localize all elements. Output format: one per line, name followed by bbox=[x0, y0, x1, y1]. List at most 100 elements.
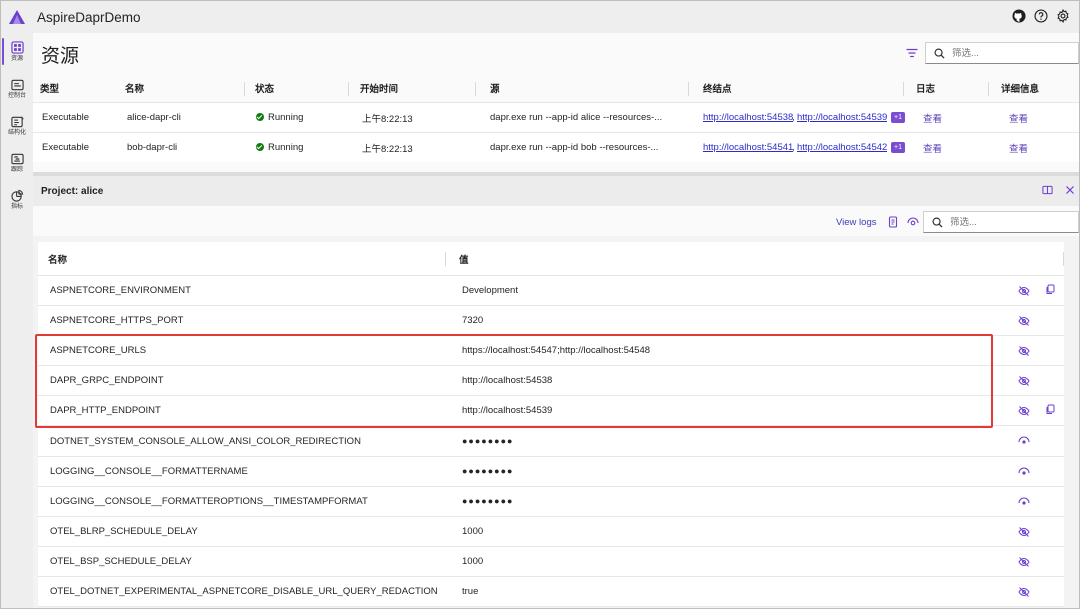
view-details-link[interactable]: 查看 bbox=[1009, 141, 1028, 155]
table-row[interactable]: OTEL_DOTNET_EXPERIMENTAL_ASPNETCORE_DISA… bbox=[38, 577, 1064, 608]
env-var-value: 1000 bbox=[462, 525, 484, 537]
hide-value-icon[interactable] bbox=[1018, 526, 1030, 538]
hide-value-icon[interactable] bbox=[1018, 285, 1030, 297]
resource-type: Executable bbox=[42, 112, 90, 123]
view-logs-button[interactable]: View logs bbox=[836, 217, 877, 228]
table-row[interactable]: ASPNETCORE_ENVIRONMENT Development bbox=[38, 276, 1064, 307]
column-header-state[interactable]: 状态 bbox=[255, 81, 274, 95]
visibility-toggle-icon[interactable] bbox=[907, 216, 919, 228]
env-var-value: true bbox=[462, 585, 479, 597]
sidebar-item-label: 结构化 bbox=[7, 129, 26, 136]
view-details-link[interactable]: 查看 bbox=[1009, 111, 1028, 125]
endpoint-link[interactable]: http://localhost:54539 bbox=[797, 112, 887, 123]
table-row[interactable]: Executable bob-dapr-cli Running 上午8:22:1… bbox=[33, 132, 1079, 162]
column-divider[interactable] bbox=[688, 82, 689, 96]
show-value-icon[interactable] bbox=[1018, 496, 1030, 508]
sidebar-item-structured[interactable]: 结构化 bbox=[1, 107, 33, 144]
column-divider[interactable] bbox=[1063, 252, 1064, 266]
close-icon[interactable] bbox=[1065, 185, 1075, 195]
table-row[interactable]: DAPR_HTTP_ENDPOINT http://localhost:54539 bbox=[38, 396, 1064, 427]
env-var-name: ASPNETCORE_HTTPS_PORT bbox=[50, 315, 184, 327]
column-header-endpoints[interactable]: 终结点 bbox=[703, 81, 732, 95]
sidebar-item-metrics[interactable]: 指标 bbox=[1, 181, 33, 218]
endpoint-separator: , bbox=[792, 112, 795, 123]
table-row[interactable]: OTEL_BLRP_SCHEDULE_DELAY 1000 bbox=[38, 517, 1064, 547]
sidebar-item-label: 跟踪 bbox=[10, 166, 23, 173]
more-endpoints-badge[interactable]: +1 bbox=[891, 112, 905, 123]
show-value-icon[interactable] bbox=[1018, 466, 1030, 478]
resource-start-time: 上午8:22:13 bbox=[362, 143, 413, 155]
env-var-name: DAPR_GRPC_ENDPOINT bbox=[50, 375, 164, 387]
more-endpoints-badge[interactable]: +1 bbox=[891, 142, 905, 153]
app-title[interactable]: AspireDaprDemo bbox=[37, 10, 141, 25]
filter-icon[interactable] bbox=[905, 46, 919, 60]
details-search-input[interactable] bbox=[950, 216, 1050, 228]
column-divider[interactable] bbox=[445, 252, 446, 266]
env-var-value: http://localhost:54539 bbox=[462, 405, 553, 417]
env-var-value: http://localhost:54538 bbox=[462, 375, 553, 387]
env-var-name: DOTNET_SYSTEM_CONSOLE_ALLOW_ANSI_COLOR_R… bbox=[50, 435, 361, 447]
github-icon[interactable] bbox=[1011, 8, 1027, 24]
aspire-logo-icon[interactable] bbox=[1, 1, 33, 33]
table-row[interactable]: LOGGING__CONSOLE__FORMATTERNAME ●●●●●●●● bbox=[38, 457, 1064, 487]
show-value-icon[interactable] bbox=[1018, 435, 1030, 447]
table-row[interactable]: LOGGING__CONSOLE__FORMATTEROPTIONS__TIME… bbox=[38, 487, 1064, 517]
copy-icon[interactable] bbox=[1045, 284, 1055, 295]
column-header-details[interactable]: 详细信息 bbox=[1001, 81, 1039, 95]
split-view-icon[interactable] bbox=[1042, 185, 1053, 195]
column-divider[interactable] bbox=[475, 82, 476, 96]
env-var-name: OTEL_BSP_SCHEDULE_DELAY bbox=[50, 555, 192, 567]
table-row[interactable]: OTEL_BSP_SCHEDULE_DELAY 1000 bbox=[38, 547, 1064, 577]
view-logs-link[interactable]: 查看 bbox=[923, 111, 942, 125]
running-check-icon bbox=[256, 113, 264, 121]
help-icon[interactable] bbox=[1033, 8, 1049, 24]
hide-value-icon[interactable] bbox=[1018, 405, 1030, 417]
column-header-value[interactable]: 值 bbox=[459, 252, 469, 266]
endpoint-link[interactable]: http://localhost:54542 bbox=[797, 142, 887, 153]
search-icon bbox=[932, 215, 946, 229]
column-header-name[interactable]: 名称 bbox=[125, 81, 144, 95]
table-header: 类型 名称 状态 开始时间 源 终结点 日志 详细信息 bbox=[33, 74, 1079, 102]
column-divider[interactable] bbox=[903, 82, 904, 96]
column-divider[interactable] bbox=[988, 82, 989, 96]
table-row[interactable]: DOTNET_SYSTEM_CONSOLE_ALLOW_ANSI_COLOR_R… bbox=[38, 426, 1064, 457]
copy-icon[interactable] bbox=[1045, 404, 1055, 415]
sidebar-item-console[interactable]: 控制台 bbox=[1, 70, 33, 107]
hide-value-icon[interactable] bbox=[1018, 345, 1030, 357]
sidebar-item-resources[interactable]: 资源 bbox=[1, 33, 33, 70]
table-row[interactable]: DAPR_GRPC_ENDPOINT http://localhost:54538 bbox=[38, 366, 1064, 397]
traces-icon bbox=[10, 153, 24, 164]
sidebar-item-traces[interactable]: 跟踪 bbox=[1, 144, 33, 181]
column-header-type[interactable]: 类型 bbox=[40, 81, 59, 95]
hide-value-icon[interactable] bbox=[1018, 375, 1030, 387]
column-divider[interactable] bbox=[244, 82, 245, 96]
table-row[interactable]: ASPNETCORE_HTTPS_PORT 7320 bbox=[38, 306, 1064, 337]
column-header-logs[interactable]: 日志 bbox=[916, 81, 935, 95]
env-var-name: ASPNETCORE_ENVIRONMENT bbox=[50, 285, 191, 297]
endpoint-link[interactable]: http://localhost:54538 bbox=[703, 112, 793, 123]
table-row[interactable]: ASPNETCORE_URLS https://localhost:54547;h… bbox=[38, 336, 1064, 367]
column-divider[interactable] bbox=[348, 82, 349, 96]
grid-icon bbox=[10, 41, 24, 54]
resource-start-time: 上午8:22:13 bbox=[362, 113, 413, 125]
resources-search-box[interactable] bbox=[925, 42, 1079, 64]
env-var-value: Development bbox=[462, 285, 518, 297]
resources-search-input[interactable] bbox=[952, 47, 1052, 59]
hide-value-icon[interactable] bbox=[1018, 556, 1030, 568]
resources-table: 类型 名称 状态 开始时间 源 终结点 日志 详细信息 Executable a… bbox=[33, 74, 1079, 162]
endpoint-link[interactable]: http://localhost:54541 bbox=[703, 142, 793, 153]
view-logs-link[interactable]: 查看 bbox=[923, 141, 942, 155]
column-header-source[interactable]: 源 bbox=[490, 81, 500, 95]
sidebar: 资源 控制台 结构化 跟踪 指标 bbox=[1, 33, 33, 608]
table-row[interactable]: Executable alice-dapr-cli Running 上午8:22… bbox=[33, 102, 1079, 132]
column-header-start-time[interactable]: 开始时间 bbox=[360, 81, 398, 95]
copy-document-icon[interactable] bbox=[887, 216, 899, 228]
search-icon bbox=[934, 46, 948, 60]
hide-value-icon[interactable] bbox=[1018, 586, 1030, 598]
details-search-box[interactable] bbox=[923, 211, 1079, 233]
hide-value-icon[interactable] bbox=[1018, 315, 1030, 327]
column-header-name[interactable]: 名称 bbox=[48, 252, 67, 266]
settings-icon[interactable] bbox=[1055, 8, 1071, 24]
env-var-value: https://localhost:54547;http://localhost… bbox=[462, 345, 651, 357]
details-toolbar: View logs bbox=[33, 206, 1079, 236]
